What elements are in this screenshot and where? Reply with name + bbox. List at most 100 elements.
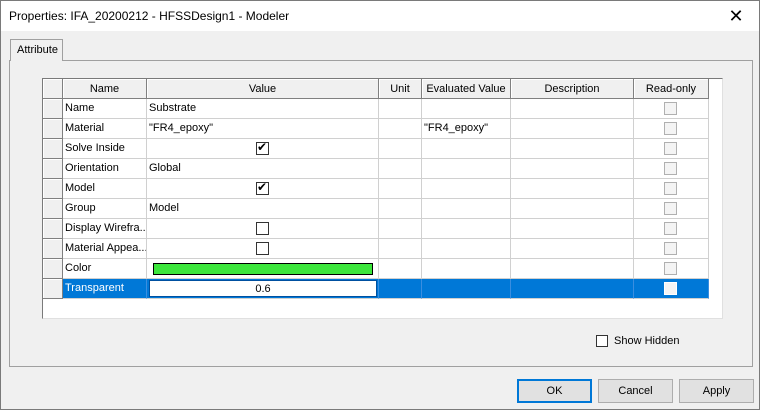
property-value-cell[interactable]: "FR4_epoxy": [147, 119, 379, 139]
read-only-cell: [634, 179, 709, 199]
read-only-cell: [634, 199, 709, 219]
close-button[interactable]: ✕: [713, 1, 759, 31]
property-name-cell[interactable]: Display Wirefra...: [63, 219, 147, 239]
apply-button[interactable]: Apply: [679, 379, 754, 403]
description-cell[interactable]: [511, 219, 634, 239]
unit-cell[interactable]: [379, 119, 422, 139]
property-value-cell[interactable]: Global: [147, 159, 379, 179]
property-name-cell[interactable]: Name: [63, 99, 147, 119]
description-cell[interactable]: [511, 139, 634, 159]
row-header[interactable]: [43, 159, 63, 179]
row-header[interactable]: [43, 219, 63, 239]
corner-header: [43, 79, 63, 99]
property-name-cell[interactable]: Color: [63, 259, 147, 279]
property-value-cell[interactable]: 0.6: [147, 279, 379, 299]
read-only-checkbox: [664, 282, 677, 295]
property-name-cell[interactable]: Material Appea...: [63, 239, 147, 259]
transparent-value-input[interactable]: 0.6: [149, 280, 377, 297]
description-cell[interactable]: [511, 159, 634, 179]
table-row[interactable]: Model ✔: [43, 179, 709, 199]
row-header[interactable]: [43, 119, 63, 139]
show-hidden-option[interactable]: Show Hidden: [596, 335, 679, 347]
value-checkbox[interactable]: ✔: [256, 140, 269, 155]
color-swatch[interactable]: [153, 263, 373, 275]
value-checkbox[interactable]: [256, 242, 269, 255]
read-only-cell: [634, 119, 709, 139]
ok-button[interactable]: OK: [517, 379, 592, 403]
property-value-cell[interactable]: Substrate: [147, 99, 379, 119]
unit-cell[interactable]: [379, 219, 422, 239]
show-hidden-checkbox[interactable]: [596, 335, 608, 347]
evaluated-value-cell: [422, 99, 511, 119]
property-value-cell[interactable]: Model: [147, 199, 379, 219]
table-row[interactable]: Material Appea...: [43, 239, 709, 259]
column-header-read-only[interactable]: Read-only: [634, 79, 709, 99]
column-header-value[interactable]: Value: [147, 79, 379, 99]
unit-cell[interactable]: [379, 239, 422, 259]
cancel-button[interactable]: Cancel: [598, 379, 673, 403]
description-cell[interactable]: [511, 199, 634, 219]
table-row[interactable]: Solve Inside ✔: [43, 139, 709, 159]
read-only-cell: [634, 239, 709, 259]
evaluated-value-cell: [422, 239, 511, 259]
value-checkbox[interactable]: ✔: [256, 180, 269, 195]
table-row[interactable]: Color: [43, 259, 709, 279]
property-name-cell[interactable]: Material: [63, 119, 147, 139]
description-cell[interactable]: [511, 279, 634, 299]
row-header[interactable]: [43, 259, 63, 279]
title-bar[interactable]: Properties: IFA_20200212 - HFSSDesign1 -…: [1, 1, 759, 31]
unit-cell[interactable]: [379, 139, 422, 159]
property-name-cell[interactable]: Model: [63, 179, 147, 199]
row-header[interactable]: [43, 279, 63, 299]
unit-cell[interactable]: [379, 159, 422, 179]
row-header[interactable]: [43, 239, 63, 259]
table-row[interactable]: Display Wirefra...: [43, 219, 709, 239]
description-cell[interactable]: [511, 239, 634, 259]
property-value-cell[interactable]: ✔: [147, 179, 379, 199]
property-name-cell[interactable]: Group: [63, 199, 147, 219]
evaluated-value-cell: [422, 199, 511, 219]
unit-cell[interactable]: [379, 279, 422, 299]
description-cell[interactable]: [511, 99, 634, 119]
tab-attribute[interactable]: Attribute: [10, 39, 63, 61]
description-cell[interactable]: [511, 119, 634, 139]
property-value-cell[interactable]: ✔: [147, 139, 379, 159]
table-row[interactable]: Transparent 0.6: [43, 279, 709, 299]
unit-cell[interactable]: [379, 259, 422, 279]
table-row[interactable]: Group Model: [43, 199, 709, 219]
row-header[interactable]: [43, 99, 63, 119]
property-name-cell[interactable]: Transparent: [63, 279, 147, 299]
row-header[interactable]: [43, 199, 63, 219]
description-cell[interactable]: [511, 259, 634, 279]
read-only-checkbox: [664, 142, 677, 155]
property-value-cell[interactable]: [147, 259, 379, 279]
property-name-cell[interactable]: Solve Inside: [63, 139, 147, 159]
unit-cell[interactable]: [379, 199, 422, 219]
column-header-unit[interactable]: Unit: [379, 79, 422, 99]
row-header[interactable]: [43, 139, 63, 159]
property-value-cell[interactable]: [147, 239, 379, 259]
column-header-description[interactable]: Description: [511, 79, 634, 99]
table-row[interactable]: Name Substrate: [43, 99, 709, 119]
unit-cell[interactable]: [379, 179, 422, 199]
evaluated-value-cell: [422, 159, 511, 179]
read-only-cell: [634, 99, 709, 119]
property-name-cell[interactable]: Orientation: [63, 159, 147, 179]
evaluated-value-cell: [422, 139, 511, 159]
show-hidden-label: Show Hidden: [614, 335, 680, 347]
read-only-cell: [634, 279, 709, 299]
table-row[interactable]: Orientation Global: [43, 159, 709, 179]
read-only-cell: [634, 159, 709, 179]
column-header-evaluated-value[interactable]: Evaluated Value: [422, 79, 511, 99]
evaluated-value-cell: [422, 219, 511, 239]
row-header[interactable]: [43, 179, 63, 199]
description-cell[interactable]: [511, 179, 634, 199]
value-checkbox[interactable]: [256, 222, 269, 235]
unit-cell[interactable]: [379, 99, 422, 119]
table-row[interactable]: Material "FR4_epoxy" "FR4_epoxy": [43, 119, 709, 139]
column-header-name[interactable]: Name: [63, 79, 147, 99]
read-only-checkbox: [664, 102, 677, 115]
grid-header: Name Value Unit Evaluated Value Descript…: [43, 79, 709, 99]
read-only-cell: [634, 259, 709, 279]
property-value-cell[interactable]: [147, 219, 379, 239]
